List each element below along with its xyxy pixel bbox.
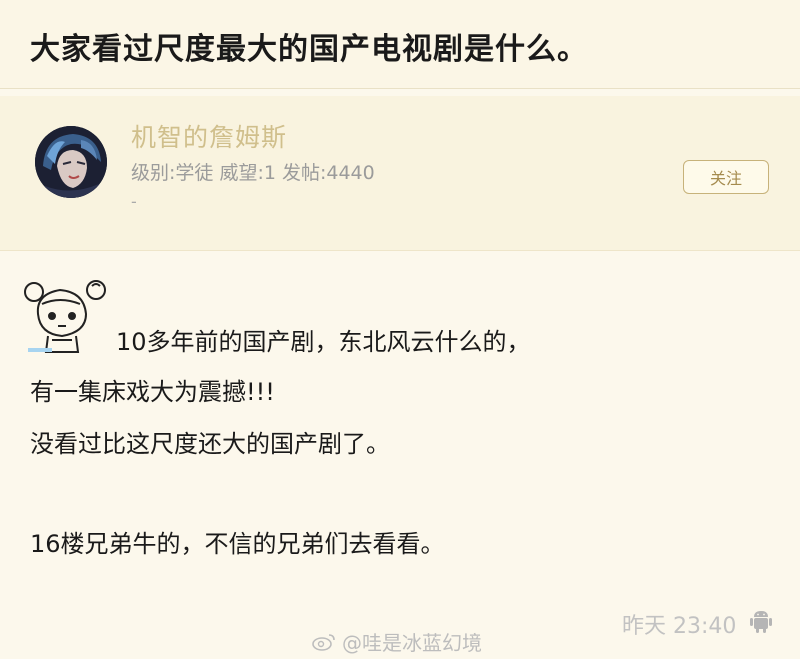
android-icon <box>749 608 773 634</box>
post-header: 大家看过尺度最大的国产电视剧是什么。 <box>0 0 800 89</box>
author-stats: 级别:学徒 威望:1 发帖:4440 <box>131 162 375 184</box>
content-line: 10多年前的国产剧，东北风云什么的， <box>116 328 531 356</box>
content-line: 有一集床戏大为震撼!!! <box>30 378 275 406</box>
follow-button[interactable]: 关注 <box>683 160 769 194</box>
content-line: 没看过比这尺度还大的国产剧了。 <box>30 430 390 458</box>
post-title: 大家看过尺度最大的国产电视剧是什么。 <box>30 32 588 67</box>
watermark-text: @哇是冰蓝幻境 <box>342 631 482 655</box>
content-line: 16楼兄弟牛的，不信的兄弟们去看看。 <box>30 530 445 558</box>
author-card: 机智的詹姆斯 级别:学徒 威望:1 发帖:4440 - 关注 <box>0 96 800 251</box>
author-signature: - <box>131 192 137 211</box>
cartoon-girl-sticker-icon <box>20 274 112 356</box>
watermark: @哇是冰蓝幻境 <box>312 627 482 656</box>
weibo-icon <box>312 632 336 652</box>
author-name[interactable]: 机智的詹姆斯 <box>131 118 287 154</box>
avatar[interactable] <box>35 126 107 198</box>
post-timestamp: 昨天 23:40 <box>622 614 737 639</box>
post-content: 10多年前的国产剧，东北风云什么的， 有一集床戏大为震撼!!! 没看过比这尺度还… <box>0 260 800 659</box>
